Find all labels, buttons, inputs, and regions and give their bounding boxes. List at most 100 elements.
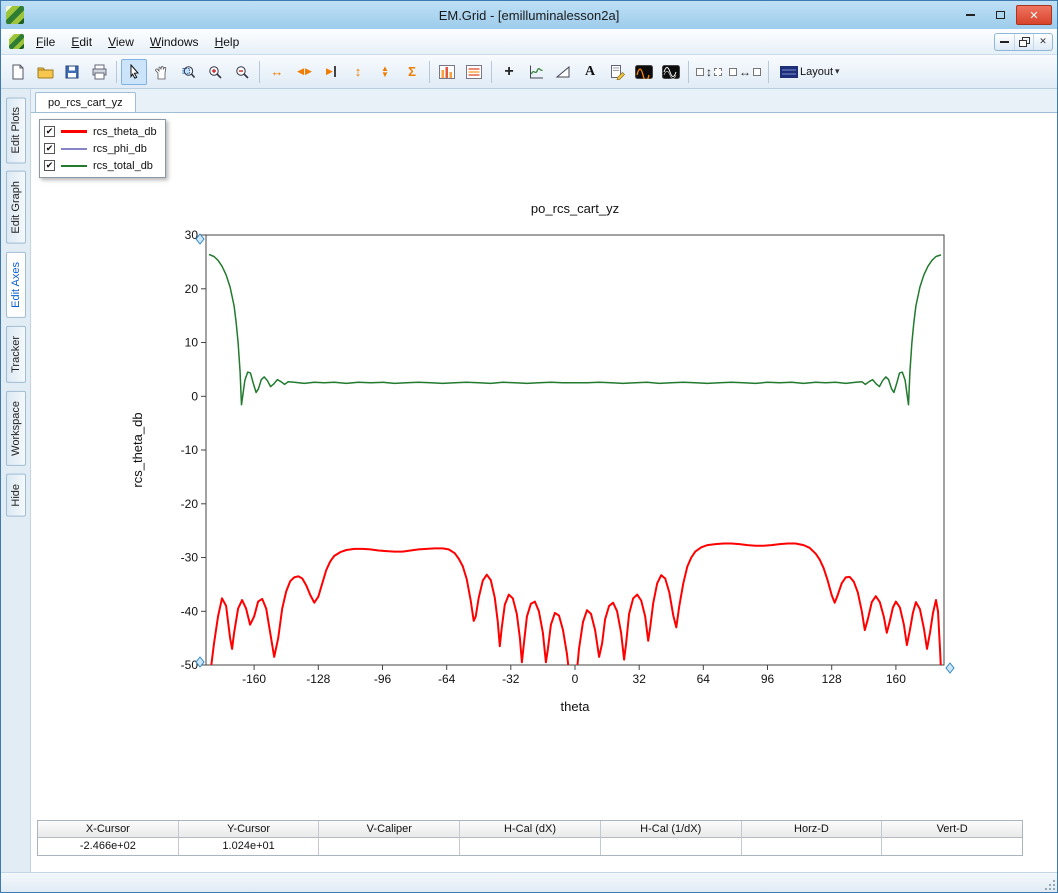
new-file-button[interactable] [5, 59, 31, 85]
shift-x-button[interactable]: ◀▶ [291, 59, 317, 85]
minimize-button[interactable] [956, 5, 984, 25]
svg-text:-30: -30 [181, 551, 199, 565]
pan-tool-button[interactable] [148, 59, 174, 85]
resize-grip[interactable] [1043, 878, 1055, 890]
legend-label[interactable]: rcs_total_db [93, 160, 153, 172]
pointer-tool-button[interactable] [121, 59, 147, 85]
column-header: H-Cal (1/dX) [600, 821, 741, 838]
shift-y-button[interactable]: ▲▼ [372, 59, 398, 85]
svg-text:-160: -160 [242, 672, 266, 686]
svg-text:32: 32 [633, 672, 647, 686]
h-arrow-icon: ↔ [271, 65, 284, 78]
svg-text:20: 20 [185, 282, 199, 296]
arrange-vertical-button[interactable]: ↕ [693, 59, 725, 85]
sidebar-tab-workspace[interactable]: Workspace [6, 391, 26, 466]
autoscale-button[interactable]: Σ [399, 59, 425, 85]
legend-label[interactable]: rcs_phi_db [93, 143, 147, 155]
legend-line-sample [61, 130, 87, 133]
zoom-in-button[interactable] [202, 59, 228, 85]
slope-triangle-icon [555, 65, 571, 79]
mdi-minimize-button[interactable] [995, 34, 1014, 50]
document-tab[interactable]: po_rcs_cart_yz [35, 92, 136, 112]
check-icon: ✔ [46, 161, 54, 170]
sidebar-tab-hide[interactable]: Hide [6, 474, 26, 517]
open-file-button[interactable] [32, 59, 58, 85]
filter-button[interactable] [658, 59, 684, 85]
side-tab-strip: Edit Plots Edit Graph Edit Axes Tracker … [1, 89, 31, 872]
expand-x-button[interactable]: ↔ [264, 59, 290, 85]
bar-graph-button[interactable] [434, 59, 460, 85]
menu-file[interactable]: File [28, 32, 63, 52]
menu-edit[interactable]: Edit [63, 32, 100, 52]
mdi-close-button[interactable]: ✕ [1033, 34, 1052, 50]
mdi-restore-button[interactable] [1014, 34, 1033, 50]
y-axis-label: rcs_theta_db [130, 370, 150, 530]
h-left-icon: ◀ [297, 67, 303, 76]
menu-windows[interactable]: Windows [142, 32, 207, 52]
h-cal-dx-value [459, 838, 600, 855]
cursor-table-value-row: -2.466e+02 1.024e+01 [38, 838, 1022, 855]
column-header: V-Caliper [318, 821, 459, 838]
fft-button[interactable] [631, 59, 657, 85]
arrange-h-icon: ↔ [739, 66, 751, 78]
minimize-icon [966, 14, 975, 16]
legend-item: ✔ rcs_theta_db [44, 123, 157, 140]
edit-note-icon [609, 64, 625, 80]
text-tool-icon: A [585, 64, 595, 80]
titlebar: EM.Grid - [emilluminalesson2a] ✕ [1, 1, 1057, 29]
svg-text:-40: -40 [181, 604, 199, 618]
print-icon [91, 64, 108, 80]
check-icon: ✔ [46, 144, 54, 153]
toolbar-separator [491, 61, 492, 83]
layout-dropdown[interactable]: Layout▾ [773, 59, 847, 85]
pointer-icon [127, 64, 141, 80]
crosshair-icon: + [504, 64, 513, 80]
svg-text:-20: -20 [181, 497, 199, 511]
edit-data-button[interactable] [604, 59, 630, 85]
chart-canvas[interactable]: -160-128-96-64-320326496128160-50-40-30-… [156, 227, 956, 697]
slope-tool-button[interactable] [550, 59, 576, 85]
line-list-button[interactable] [461, 59, 487, 85]
zoom-out-button[interactable] [229, 59, 255, 85]
sidebar-tab-edit-plots[interactable]: Edit Plots [6, 97, 26, 163]
save-icon [64, 64, 80, 80]
svg-text:-32: -32 [502, 672, 520, 686]
y-cursor-value: 1.024e+01 [178, 838, 319, 855]
svg-text:0: 0 [191, 389, 198, 403]
legend-checkbox[interactable]: ✔ [44, 126, 55, 137]
sidebar-tab-tracker[interactable]: Tracker [6, 326, 26, 383]
mdi-restore-icon [1019, 37, 1029, 47]
svg-text:128: 128 [822, 672, 842, 686]
sidebar-tab-edit-axes[interactable]: Edit Axes [6, 252, 26, 318]
save-button[interactable] [59, 59, 85, 85]
toolbar-separator [116, 61, 117, 83]
add-cursor-button[interactable]: + [496, 59, 522, 85]
add-curve-marker-button[interactable] [523, 59, 549, 85]
legend-checkbox[interactable]: ✔ [44, 160, 55, 171]
maximize-button[interactable] [986, 5, 1014, 25]
add-text-button[interactable]: A [577, 59, 603, 85]
legend-checkbox[interactable]: ✔ [44, 143, 55, 154]
expand-y-button[interactable]: ↕ [345, 59, 371, 85]
sidebar-tab-edit-graph[interactable]: Edit Graph [6, 171, 26, 244]
line-list-icon [466, 65, 482, 79]
app-logo-icon [6, 6, 24, 24]
legend-label[interactable]: rcs_theta_db [93, 126, 157, 138]
legend-line-sample [61, 148, 87, 150]
arrange-horizontal-button[interactable]: ↔ [726, 59, 764, 85]
svg-text:64: 64 [697, 672, 711, 686]
svg-text:96: 96 [761, 672, 775, 686]
svg-text:10: 10 [185, 336, 199, 350]
menu-help[interactable]: Help [207, 32, 248, 52]
toolbar: ↔ ◀▶ ▶ ↕ ▲▼ Σ + A ↕ ↔ Layout▾ [1, 55, 1057, 89]
print-button[interactable] [86, 59, 112, 85]
menubar: File Edit View Windows Help ✕ [1, 29, 1057, 55]
fit-x-button[interactable]: ▶ [318, 59, 344, 85]
menu-view[interactable]: View [100, 32, 142, 52]
zoom-out-icon [234, 64, 250, 80]
app-window: EM.Grid - [emilluminalesson2a] ✕ File Ed… [0, 0, 1058, 893]
zoom-window-button[interactable] [175, 59, 201, 85]
plot-document: ✔ rcs_theta_db ✔ rcs_phi_db ✔ rcs_total_… [31, 113, 1057, 872]
close-button[interactable]: ✕ [1016, 5, 1052, 25]
column-header: X-Cursor [38, 821, 178, 838]
